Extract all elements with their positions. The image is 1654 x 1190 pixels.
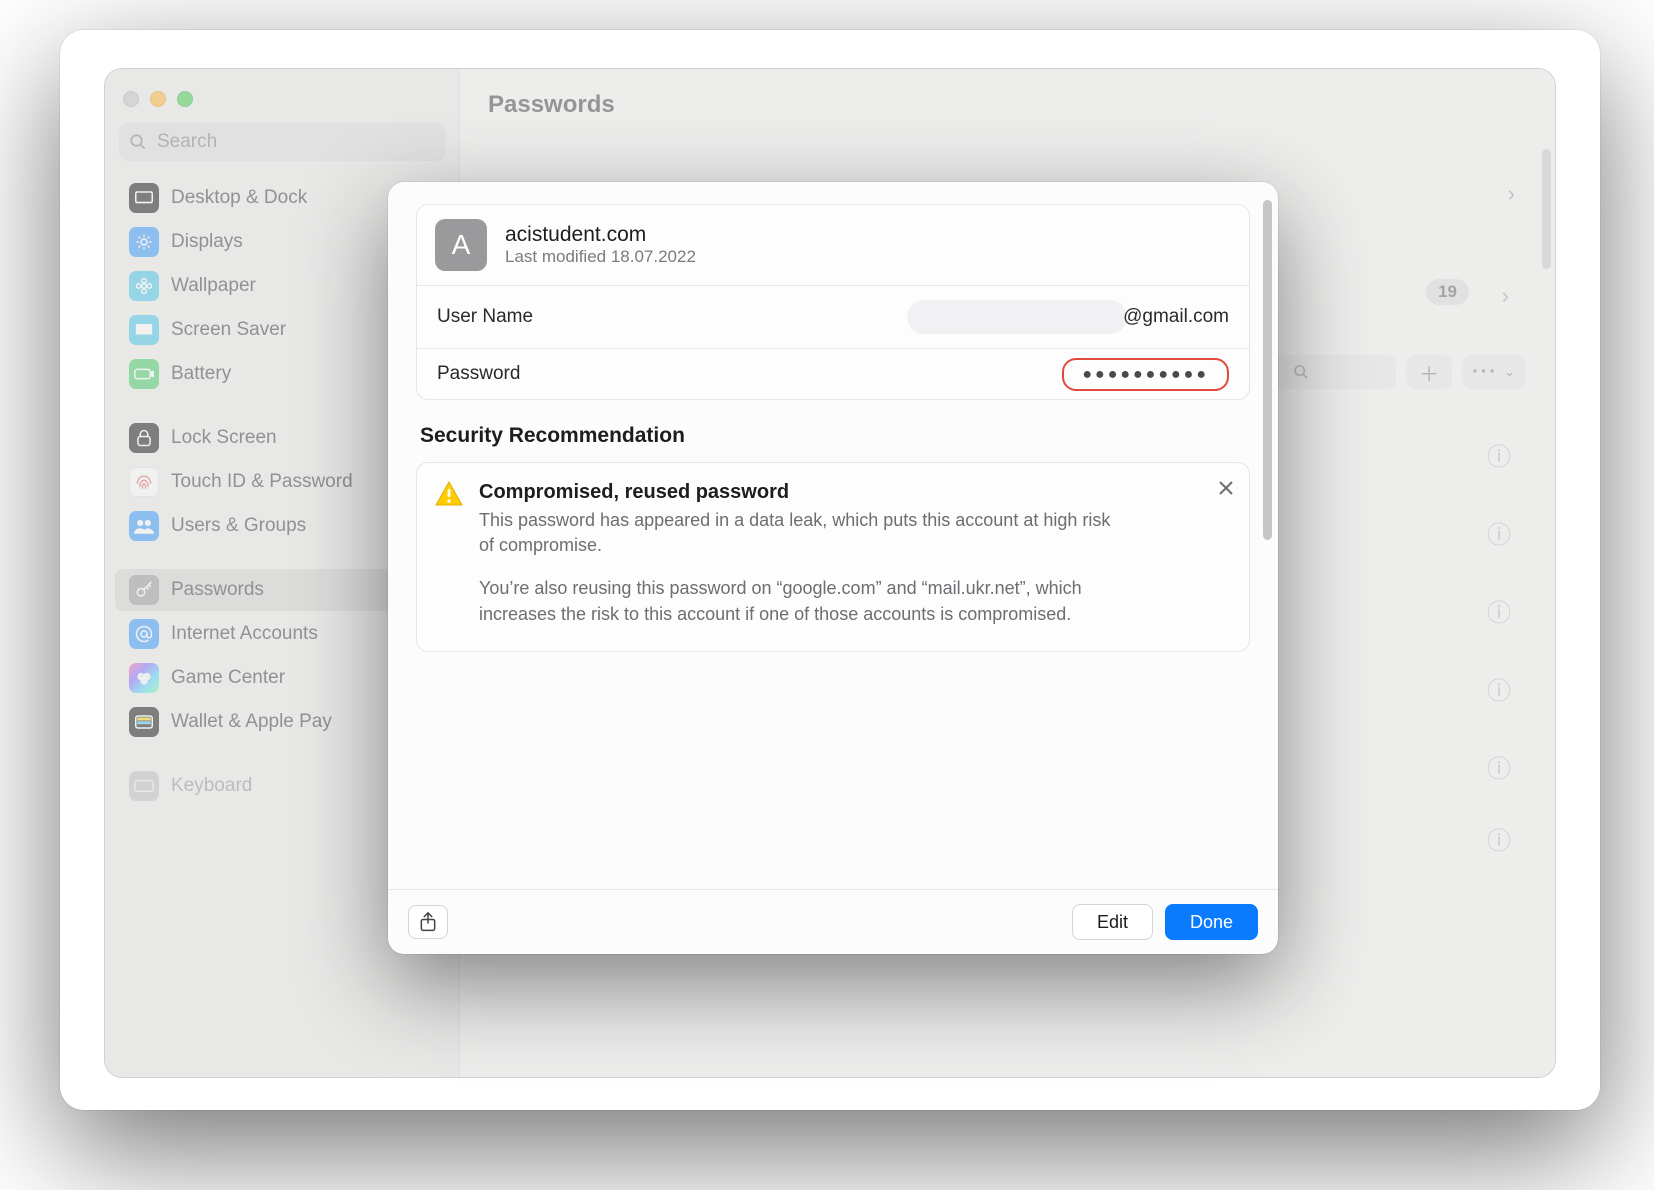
info-icon[interactable]: ⓘ: [1487, 749, 1511, 784]
recommendation-body-2: You’re also reusing this password on “go…: [479, 576, 1129, 626]
battery-icon: [129, 359, 159, 389]
sun-icon: [129, 227, 159, 257]
search-icon: [129, 133, 147, 151]
sidebar-item-label: Battery: [171, 363, 231, 385]
chevron-right-icon: ›: [1502, 283, 1509, 309]
sidebar-search[interactable]: [119, 123, 445, 161]
sidebar-item-label: Displays: [171, 231, 243, 253]
keyboard-icon: [129, 771, 159, 801]
content-scrollbar[interactable]: [1542, 149, 1551, 269]
edit-button[interactable]: Edit: [1072, 904, 1153, 940]
last-modified: Last modified 18.07.2022: [505, 247, 696, 267]
recommendation-body-1: This password has appeared in a data lea…: [479, 508, 1129, 558]
zoom-traffic-light[interactable]: [177, 91, 193, 107]
done-button[interactable]: Done: [1165, 904, 1258, 940]
sidebar-item-label: Wallet & Apple Pay: [171, 711, 332, 733]
key-icon: [129, 575, 159, 605]
sheet-body: A acistudent.com Last modified 18.07.202…: [388, 182, 1278, 889]
chevron-right-icon: ›: [1508, 181, 1515, 207]
search-icon: [1293, 364, 1309, 380]
close-icon: [1217, 479, 1235, 497]
security-recommendation-heading: Security Recommendation: [420, 424, 1246, 448]
password-label: Password: [437, 363, 520, 385]
desktop-icon: [129, 183, 159, 213]
info-icon[interactable]: ⓘ: [1487, 437, 1511, 472]
traffic-lights: [105, 81, 459, 123]
close-traffic-light[interactable]: [123, 91, 139, 107]
info-icon[interactable]: ⓘ: [1487, 671, 1511, 706]
username-row[interactable]: User Name @gmail.com: [417, 286, 1249, 349]
sidebar-item-label: Users & Groups: [171, 515, 306, 537]
sheet-scrollbar[interactable]: [1263, 200, 1272, 540]
username-label: User Name: [437, 306, 533, 328]
wallet-icon: [129, 707, 159, 737]
sidebar-item-label: Desktop & Dock: [171, 187, 307, 209]
users-icon: [129, 511, 159, 541]
credentials-card: A acistudent.com Last modified 18.07.202…: [416, 204, 1250, 400]
share-icon: [419, 912, 437, 932]
username-value: @gmail.com: [907, 300, 1229, 334]
password-masked: ●●●●●●●●●●: [1062, 358, 1229, 391]
chevron-down-icon: ⌄: [1504, 364, 1515, 380]
site-avatar: A: [435, 219, 487, 271]
ellipsis-icon: ···: [1472, 361, 1498, 384]
search-input[interactable]: [155, 130, 435, 154]
at-icon: [129, 619, 159, 649]
share-button[interactable]: [408, 905, 448, 939]
password-row[interactable]: Password ●●●●●●●●●●: [417, 349, 1249, 399]
screen-icon: [129, 315, 159, 345]
sidebar-item-label: Keyboard: [171, 775, 252, 797]
page-title: Passwords: [460, 69, 1555, 137]
sidebar-item-label: Lock Screen: [171, 427, 277, 449]
sidebar-item-label: Touch ID & Password: [171, 471, 353, 493]
recommendations-count-badge: 19: [1426, 279, 1469, 305]
info-icon[interactable]: ⓘ: [1487, 593, 1511, 628]
touchid-icon: [129, 467, 159, 497]
sheet-footer: Edit Done: [388, 889, 1278, 954]
lock-icon: [129, 423, 159, 453]
minimize-traffic-light[interactable]: [150, 91, 166, 107]
game-icon: [129, 663, 159, 693]
warning-icon: [435, 481, 465, 627]
sidebar-item-label: Wallpaper: [171, 275, 256, 297]
security-recommendation-card: Compromised, reused password This passwo…: [416, 462, 1250, 652]
password-detail-sheet: A acistudent.com Last modified 18.07.202…: [388, 182, 1278, 954]
flower-icon: [129, 271, 159, 301]
sidebar-item-label: Screen Saver: [171, 319, 286, 341]
sidebar-item-label: Passwords: [171, 579, 264, 601]
info-icon[interactable]: ⓘ: [1487, 515, 1511, 550]
site-header: A acistudent.com Last modified 18.07.202…: [417, 205, 1249, 286]
add-button[interactable]: ＋: [1406, 355, 1452, 389]
sidebar-item-label: Internet Accounts: [171, 623, 318, 645]
more-button[interactable]: ··· ⌄: [1462, 355, 1525, 389]
recommendation-title: Compromised, reused password: [479, 481, 1231, 504]
dismiss-recommendation-button[interactable]: [1217, 477, 1235, 503]
sidebar-item-label: Game Center: [171, 667, 285, 689]
site-domain: acistudent.com: [505, 223, 696, 247]
